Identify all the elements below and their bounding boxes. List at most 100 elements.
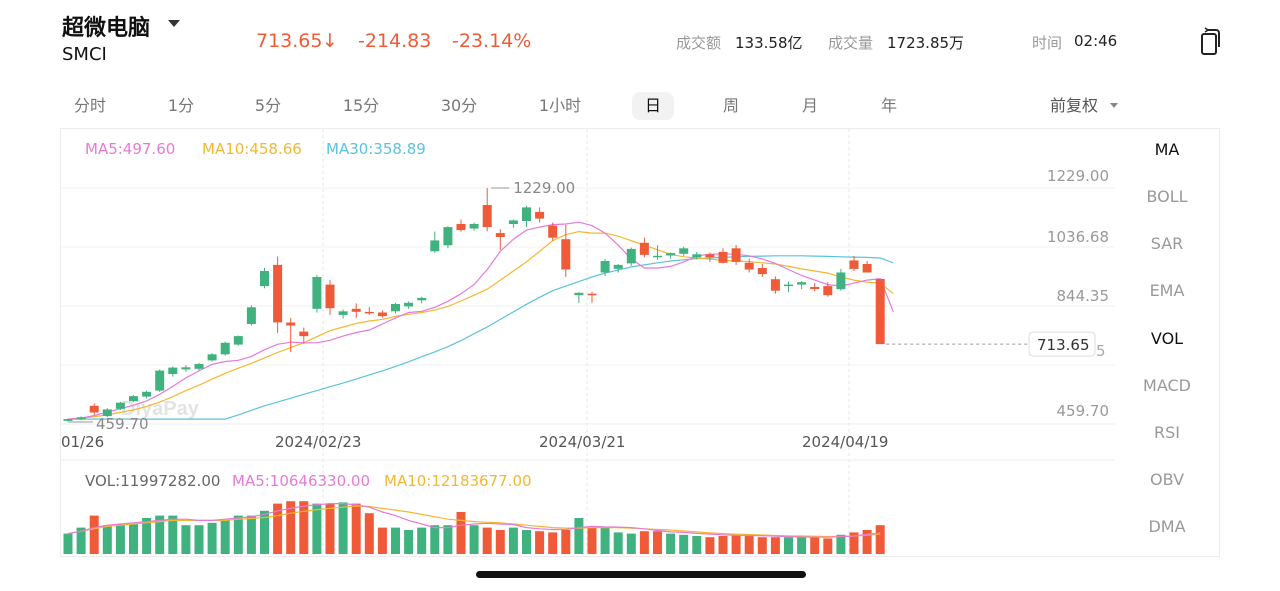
home-indicator[interactable]	[476, 571, 806, 578]
candle-body	[155, 370, 165, 391]
volume-label: 成交量	[828, 34, 874, 52]
volume-bar	[626, 533, 636, 554]
volume-bar	[391, 527, 400, 554]
candle-body	[207, 354, 217, 361]
price-axis-label: 459.70	[1057, 402, 1110, 420]
candle-body	[770, 279, 780, 291]
indicator-sar[interactable]: SAR	[1115, 234, 1219, 253]
candle-body	[233, 336, 243, 345]
current-price: 713.65	[256, 30, 323, 52]
tab-period-7[interactable]: 周	[709, 92, 753, 120]
candle-body	[404, 302, 414, 307]
candle-body	[443, 227, 453, 246]
rotate-screen-icon[interactable]	[1196, 26, 1226, 56]
volume-bar	[469, 525, 479, 554]
candle-body	[508, 220, 518, 224]
candle-body	[286, 322, 296, 326]
time-label: 时间	[1032, 34, 1063, 52]
volume-bar	[587, 527, 597, 554]
indicator-ema[interactable]: EMA	[1115, 281, 1219, 300]
candle-body	[456, 224, 466, 231]
candle-body	[220, 342, 230, 355]
volume-bar	[312, 503, 322, 554]
volume-bar	[770, 537, 780, 554]
volume-bar	[102, 525, 112, 554]
volume-bar	[495, 530, 505, 554]
volume-bar	[639, 531, 649, 554]
tab-period-5[interactable]: 1小时	[528, 92, 592, 120]
tab-period-1[interactable]: 1分	[159, 92, 203, 120]
volume-bar	[325, 503, 335, 554]
tab-period-2[interactable]: 5分	[246, 92, 290, 120]
volume-bar	[535, 531, 545, 554]
candle-body	[76, 417, 86, 420]
date-axis-label: 2024/04/19	[802, 433, 888, 451]
chevron-down-icon[interactable]	[1110, 103, 1118, 108]
volume-bar	[246, 515, 256, 554]
tab-period-0[interactable]: 分时	[64, 92, 116, 120]
volume-bar	[666, 533, 676, 554]
low-marker-label: 459.70	[96, 415, 149, 433]
price-adjust-dropdown[interactable]: 前复权	[1050, 92, 1098, 120]
time-value: 02:46	[1074, 32, 1118, 50]
tab-period-9[interactable]: 年	[867, 92, 911, 120]
volume-bar	[744, 534, 754, 554]
candle-body	[181, 367, 191, 370]
candle-body	[325, 284, 335, 309]
candle-body	[417, 297, 427, 301]
date-axis-label: 2024/03/21	[539, 433, 625, 451]
indicator-obv[interactable]: OBV	[1115, 470, 1219, 489]
ma30-line	[68, 255, 894, 420]
volume-bar	[705, 537, 715, 554]
candle-body	[495, 233, 505, 237]
volume-bar	[679, 534, 689, 554]
kline-chart[interactable]: DiyaPay1229.00459.70713.65 51229.001036.6…	[61, 129, 1115, 556]
volume-bar	[168, 515, 178, 554]
volume-bar	[377, 527, 387, 554]
indicator-macd[interactable]: MACD	[1115, 376, 1219, 395]
price-axis-label: 1229.00	[1047, 167, 1109, 185]
candle-body	[810, 287, 820, 290]
indicator-boll[interactable]: BOLL	[1115, 187, 1219, 206]
volume-bar	[115, 524, 125, 554]
candle-body	[469, 224, 479, 229]
volume-bar	[417, 527, 427, 554]
indicator-dma[interactable]: DMA	[1115, 517, 1219, 536]
candle-body	[273, 264, 283, 323]
volume-bar	[220, 520, 230, 554]
indicator-vol[interactable]: VOL	[1115, 329, 1219, 348]
stock-name[interactable]: 超微电脑	[62, 10, 150, 42]
down-arrow-icon: ↓	[322, 30, 338, 52]
volume-bar	[875, 525, 885, 554]
date-axis-label: 2024/02/23	[275, 433, 361, 451]
tab-period-8[interactable]: 月	[788, 92, 832, 120]
volume-bar	[482, 527, 492, 554]
volume-bar	[351, 503, 361, 554]
candle-body	[246, 307, 256, 324]
candle-body	[535, 211, 545, 219]
tab-period-3[interactable]: 15分	[335, 92, 387, 120]
candle-body	[679, 248, 689, 254]
price-change: -214.83	[358, 30, 432, 52]
tab-period-6[interactable]: 日	[632, 92, 674, 120]
vol-legend: VOL:11997282.00	[85, 472, 220, 490]
volume-bar	[129, 523, 138, 554]
volume-value: 1723.85万	[887, 34, 965, 52]
candle-body	[574, 292, 584, 296]
tab-period-4[interactable]: 30分	[429, 92, 489, 120]
candle-body	[784, 284, 793, 287]
volume-bar	[757, 537, 767, 554]
candle-body	[260, 271, 269, 287]
volume-bar	[731, 534, 741, 554]
ma10-legend: MA10:458.66	[202, 140, 302, 158]
candle-body	[351, 308, 361, 312]
candle-body	[600, 261, 610, 273]
stock-switch-caret-icon[interactable]	[168, 20, 180, 27]
vol-ma10-legend: MA10:12183677.00	[384, 472, 532, 490]
price-axis-label: 1036.68	[1047, 228, 1109, 246]
indicator-ma[interactable]: MA	[1115, 140, 1219, 159]
volume-bar	[181, 525, 191, 554]
indicator-rsi[interactable]: RSI	[1115, 423, 1219, 442]
volume-bar	[508, 527, 518, 554]
volume-bar	[574, 518, 584, 554]
